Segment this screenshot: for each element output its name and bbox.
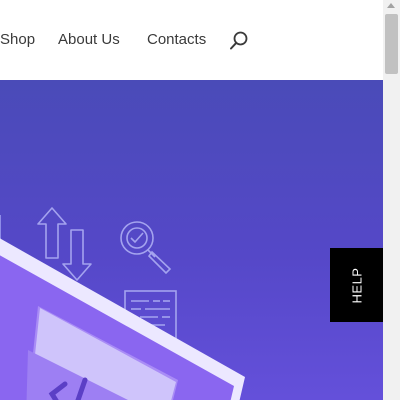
search-icon[interactable] [228, 30, 250, 52]
hero-banner [0, 80, 383, 400]
nav-item-contacts[interactable]: Contacts [147, 31, 206, 49]
hero-illustration [0, 207, 245, 400]
magnifier-check-icon [120, 221, 172, 275]
help-label-wrapper: HELP [330, 248, 383, 322]
help-tab-button[interactable]: HELP [330, 248, 383, 322]
page-viewport: Shop About Us Contacts [0, 0, 383, 400]
site-header: Shop About Us Contacts [0, 0, 383, 80]
help-label: HELP [349, 267, 364, 303]
scrollbar-thumb[interactable] [385, 14, 398, 74]
page-scrollbar[interactable] [383, 0, 400, 400]
laptop-code-illustration [0, 238, 245, 400]
scroll-up-arrow-icon[interactable] [387, 3, 395, 8]
nav-item-about-us[interactable]: About Us [58, 31, 120, 49]
nav-item-shop[interactable]: Shop [0, 31, 35, 49]
